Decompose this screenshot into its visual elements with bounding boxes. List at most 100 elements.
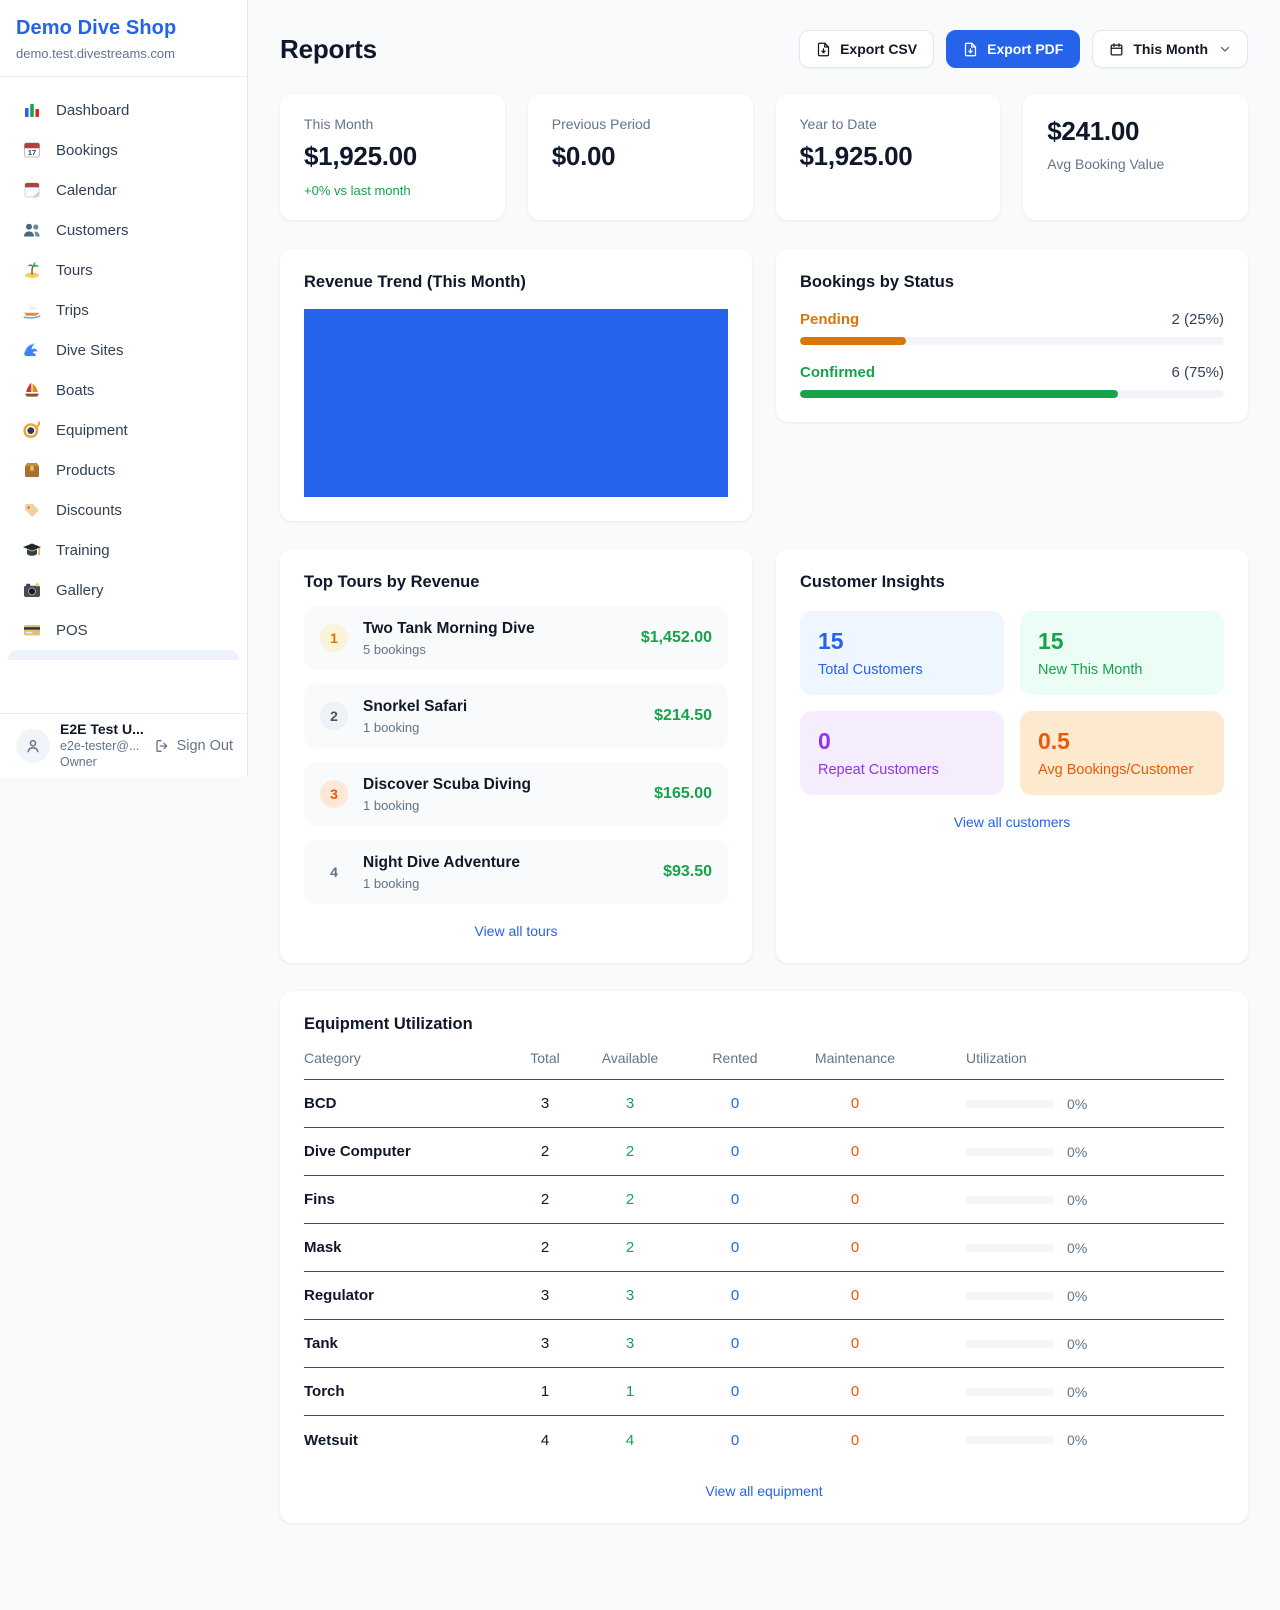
stats-row: This Month $1,925.00 +0% vs last month P… (280, 94, 1248, 220)
cell-total: 2 (514, 1191, 576, 1208)
tile-label: Avg Bookings/Customer (1038, 762, 1206, 778)
sidebar-item-training[interactable]: Training (8, 530, 239, 570)
export-csv-button[interactable]: Export CSV (799, 30, 934, 68)
tile-value: 0 (818, 728, 986, 755)
cell-available: 4 (576, 1432, 684, 1449)
stat-label: This Month (304, 116, 481, 132)
cell-total: 3 (514, 1335, 576, 1352)
svg-text:17: 17 (28, 148, 36, 157)
cell-available: 2 (576, 1143, 684, 1160)
cell-available: 2 (576, 1239, 684, 1256)
cell-maintenance: 0 (786, 1143, 924, 1160)
cell-maintenance: 0 (786, 1383, 924, 1400)
status-value: 6 (75%) (1171, 364, 1224, 381)
stat-value: $1,925.00 (304, 141, 481, 172)
utilization-bar (966, 1100, 1054, 1108)
cell-available: 3 (576, 1287, 684, 1304)
main-content: Reports Export CSV Export PDF This Month (248, 0, 1280, 1555)
stat-label: Year to Date (800, 116, 977, 132)
utilization-bar (966, 1436, 1054, 1444)
utilization-percent: 0% (1067, 1096, 1087, 1112)
export-pdf-button[interactable]: Export PDF (946, 30, 1080, 68)
view-all-tours-link[interactable]: View all tours (304, 923, 728, 939)
equipment-row-regulator: Regulator33000% (304, 1272, 1224, 1320)
app-root: Demo Dive Shop demo.test.divestreams.com… (0, 0, 1280, 1555)
status-label: Pending (800, 311, 859, 328)
tours-icon (22, 260, 42, 280)
period-dropdown[interactable]: This Month (1092, 30, 1248, 68)
revenue-trend-chart (304, 309, 728, 497)
cell-total: 2 (514, 1143, 576, 1160)
table-column-header-maintenance: Maintenance (786, 1050, 924, 1066)
cell-rented: 0 (684, 1095, 786, 1112)
tile-value: 0.5 (1038, 728, 1206, 755)
sidebar-item-label: Dashboard (56, 102, 129, 119)
stat-label: Previous Period (552, 116, 729, 132)
tour-revenue: $1,452.00 (641, 629, 712, 647)
equipment-utilization-title: Equipment Utilization (304, 1015, 1224, 1034)
calendar-outline-icon (1109, 42, 1124, 57)
boats-icon (22, 380, 42, 400)
user-email: e2e-tester@... (60, 739, 144, 753)
sidebar-item-boats[interactable]: Boats (8, 370, 239, 410)
training-icon (22, 540, 42, 560)
cell-utilization: 0% (924, 1096, 1224, 1112)
revenue-trend-card: Revenue Trend (This Month) (280, 249, 752, 521)
status-row-pending: Pending 2 (25%) (800, 311, 1224, 345)
sidebar-item-products[interactable]: Products (8, 450, 239, 490)
utilization-bar (966, 1196, 1054, 1204)
view-all-customers-link[interactable]: View all customers (800, 814, 1224, 830)
cell-total: 3 (514, 1287, 576, 1304)
sidebar-item-discounts[interactable]: Discounts (8, 490, 239, 530)
sidebar-item-trips[interactable]: Trips (8, 290, 239, 330)
sign-out-label: Sign Out (177, 738, 233, 754)
sidebar-item-dive-sites[interactable]: Dive Sites (8, 330, 239, 370)
sidebar-item-label: Customers (56, 222, 129, 239)
cell-maintenance: 0 (786, 1335, 924, 1352)
customer-insights-title: Customer Insights (800, 573, 1224, 592)
insight-tile-new-this-month: 15New This Month (1020, 611, 1224, 695)
status-progress-bar (800, 337, 1224, 345)
cell-rented: 0 (684, 1383, 786, 1400)
equipment-utilization-card: Equipment Utilization CategoryTotalAvail… (280, 991, 1248, 1523)
rank-badge: 4 (320, 858, 348, 886)
sidebar-item-pos[interactable]: POS (8, 610, 239, 650)
table-column-header-utilization: Utilization (924, 1050, 1224, 1066)
cell-rented: 0 (684, 1143, 786, 1160)
tour-bookings: 1 booking (363, 720, 639, 735)
equipment-row-fins: Fins22000% (304, 1176, 1224, 1224)
utilization-percent: 0% (1067, 1336, 1087, 1352)
cell-available: 3 (576, 1335, 684, 1352)
sidebar-item-tours[interactable]: Tours (8, 250, 239, 290)
tour-bookings: 5 bookings (363, 642, 626, 657)
tile-value: 15 (818, 628, 986, 655)
rank-badge: 1 (320, 624, 348, 652)
brand-domain: demo.test.divestreams.com (16, 46, 231, 61)
tour-bookings: 1 booking (363, 798, 639, 813)
sidebar-item-calendar[interactable]: Calendar (8, 170, 239, 210)
utilization-bar (966, 1292, 1054, 1300)
sidebar-item-equipment[interactable]: Equipment (8, 410, 239, 450)
gallery-icon (22, 580, 42, 600)
sidebar-item-gallery[interactable]: Gallery (8, 570, 239, 610)
trips-icon (22, 300, 42, 320)
sidebar-item-bookings[interactable]: 17Bookings (8, 130, 239, 170)
discounts-icon (22, 500, 42, 520)
sidebar-item-customers[interactable]: Customers (8, 210, 239, 250)
sidebar-item-reports-partial[interactable] (8, 650, 239, 660)
sidebar-item-label: Products (56, 462, 115, 479)
cell-utilization: 0% (924, 1144, 1224, 1160)
sidebar-item-dashboard[interactable]: Dashboard (8, 90, 239, 130)
status-value: 2 (25%) (1171, 311, 1224, 328)
view-all-equipment-link[interactable]: View all equipment (304, 1483, 1224, 1499)
user-info: E2E Test U... e2e-tester@... Owner (60, 722, 144, 770)
sidebar: Demo Dive Shop demo.test.divestreams.com… (0, 0, 248, 777)
sign-out-button[interactable]: Sign Out (154, 738, 233, 754)
person-icon (24, 737, 42, 755)
equipment-table-header: CategoryTotalAvailableRentedMaintenanceU… (304, 1034, 1224, 1080)
equipment-row-mask: Mask22000% (304, 1224, 1224, 1272)
stat-card-this-month: This Month $1,925.00 +0% vs last month (280, 94, 505, 220)
cell-total: 4 (514, 1432, 576, 1449)
cell-category: Wetsuit (304, 1432, 514, 1449)
tile-value: 15 (1038, 628, 1206, 655)
